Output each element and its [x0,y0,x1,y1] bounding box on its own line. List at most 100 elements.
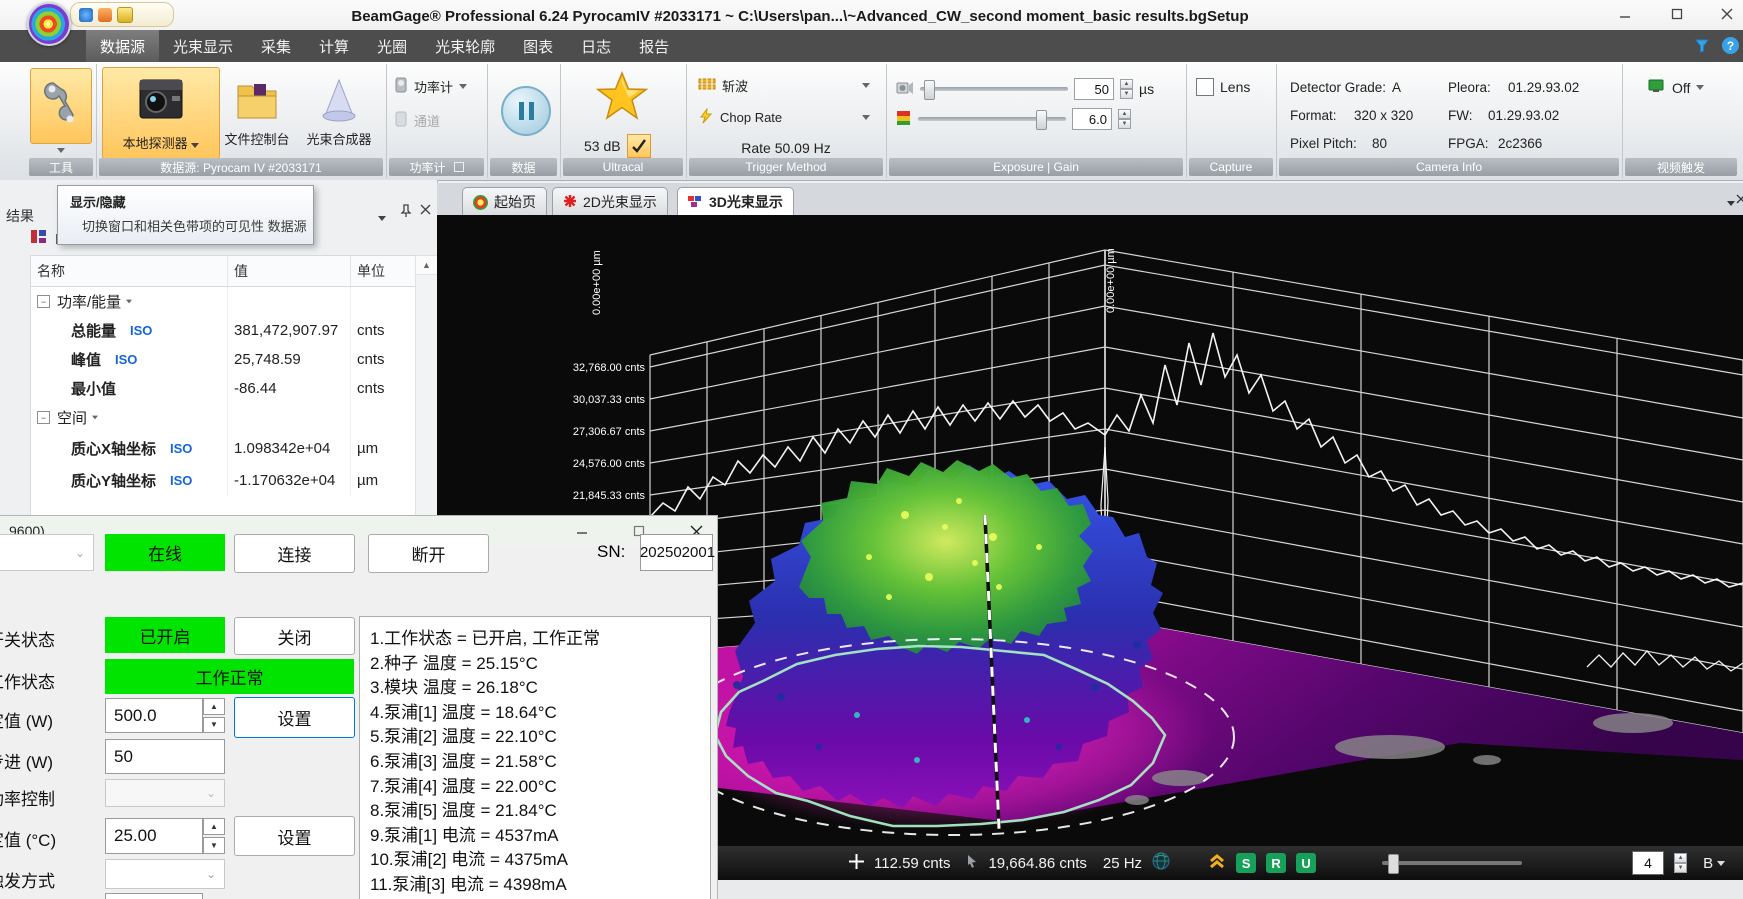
ultracal-db-control[interactable]: 53 dB [584,134,651,158]
dialog-minimize-button[interactable] [565,518,599,544]
chop-rate-select[interactable]: Chop Rate [698,108,874,127]
wrench-icon [39,77,83,134]
panel-close-icon[interactable] [420,204,431,218]
gain-row: 6.0 ▲▼ [896,108,1180,130]
gain-slider[interactable] [918,117,1066,121]
tab-close-icon[interactable] [1736,191,1743,209]
power-control-dropdown[interactable]: ⌄ [105,779,225,807]
tab-2d-beam-display[interactable]: 2D光束显示 [552,187,668,216]
help-circle-icon[interactable]: ? [1722,37,1739,54]
exposure-value[interactable]: 50 [1074,78,1114,100]
sn-field[interactable]: 202502001 [640,534,713,571]
tab-aperture[interactable]: 光圈 [363,30,421,62]
temp-setpoint-spinner[interactable]: ▲▼ [203,818,225,854]
temp-set-button[interactable]: 设置 [234,816,355,856]
lens-checkbox[interactable] [1196,78,1214,96]
tab-compute[interactable]: 计算 [305,30,363,62]
pin-icon[interactable] [400,204,412,221]
tab-report[interactable]: 报告 [625,30,683,62]
connect-button[interactable]: 连接 [234,534,355,573]
table-row[interactable]: 峰值ISO 25,748.59cnts [31,345,416,374]
log-line: 8.泵浦[5] 温度 = 21.84°C [370,799,710,824]
panel-title: 结果 [6,206,34,226]
beam-cone-icon [315,76,363,129]
ultracal-star-button[interactable] [596,70,648,127]
buffer-select[interactable]: B [1703,855,1725,872]
globe-icon[interactable] [1152,852,1170,874]
chop-select[interactable]: 斩波 [698,76,874,95]
tab-3d-beam-display[interactable]: 3D光束显示 [677,187,794,216]
view-zoom-slider[interactable] [1382,861,1522,865]
exposure-spinner[interactable]: ▲▼ [1120,79,1133,99]
maximize-button[interactable] [1660,4,1694,24]
laser-status-log[interactable]: 1.工作状态 = 已开启, 工作正常 2.种子 温度 = 25.15°C 3.模… [359,616,711,899]
table-row[interactable]: 质心Y轴坐标ISO -1.170632e+04µm [31,464,416,496]
temp-setpoint-field[interactable]: 25.00 [105,818,203,854]
local-detector-button[interactable]: 本地探测器 [102,67,220,159]
table-row[interactable]: 总能量ISO 381,472,907.97cnts [31,316,416,345]
col-name[interactable]: 名称 [31,256,228,286]
log-line: 2.种子 温度 = 25.15°C [370,652,710,677]
pixel-pitch-label: Pixel Pitch: [1290,136,1357,151]
s-badge[interactable]: S [1236,853,1256,873]
table-row[interactable]: 最小值 -86.44cnts [31,374,416,403]
tab-data-source[interactable]: 数据源 [86,30,159,62]
app-shortcut-icon[interactable] [117,7,133,23]
tab-beam-display[interactable]: 光束显示 [159,30,247,62]
step-field[interactable]: 50 [105,739,225,774]
collapse-minus-icon[interactable]: − [37,411,50,424]
group-label-exposure: Exposure | Gain [889,158,1183,176]
table-group-row[interactable]: −空间 [31,403,416,432]
panel-collapse-icon[interactable] [378,208,386,226]
pause-button[interactable] [501,86,551,136]
port-combobox[interactable]: ⌄ [0,534,94,571]
close-button[interactable] [1710,4,1743,24]
table-row[interactable]: 质心X轴坐标ISO 1.098342e+04µm [31,432,416,464]
table-group-row[interactable]: −功率/能量 [31,287,416,316]
tab-beam-profile[interactable]: 光束轮廓 [421,30,509,62]
dialog-launcher-icon[interactable] [454,162,464,172]
tab-start-page[interactable]: 起始页 [462,187,547,216]
power-setpoint-spinner[interactable]: ▲▼ [203,698,225,733]
help-icon[interactable] [79,8,93,22]
power-setpoint-field[interactable]: 500.0 [105,698,203,733]
lens-control[interactable]: Lens [1196,78,1250,96]
power-set-button[interactable]: 设置 [234,697,355,738]
chevrons-up-icon[interactable] [1208,852,1226,874]
u-badge[interactable]: U [1296,853,1316,873]
group-label-power-meter: 功率计 [389,158,484,176]
tab-log[interactable]: 日志 [567,30,625,62]
bolt-icon [698,108,714,127]
tab-overflow-icon[interactable] [1727,193,1735,211]
tools-dropdown-caret[interactable] [57,148,65,153]
pixel-pitch-value: 80 [1372,136,1387,151]
group-label-source: 数据源: Pyrocam IV #2033171 [99,158,383,176]
trigger-mode-dropdown[interactable]: ⌄ [105,859,225,889]
ribbon-group-tools: 工具 [26,64,97,178]
power-meter-item[interactable]: 功率计 [394,76,467,97]
gain-value[interactable]: 6.0 [1072,108,1112,130]
laser-off-button[interactable]: 关闭 [234,617,355,655]
col-unit[interactable]: 单位 [351,256,416,286]
ultracal-checkbox[interactable] [627,134,651,158]
beam-maker-button[interactable]: 光束合成器 [294,67,384,159]
frame-spinner[interactable]: ▲▼ [1674,853,1687,873]
exposure-slider[interactable] [920,87,1068,91]
col-value[interactable]: 值 [228,256,351,286]
file-console-button[interactable]: 文件控制台 [220,67,294,159]
filter-icon[interactable] [1694,38,1710,59]
disconnect-button[interactable]: 断开 [368,534,489,573]
frame-number-field[interactable]: 4 [1632,851,1664,875]
tools-button[interactable] [30,68,92,144]
r-badge[interactable]: R [1266,853,1286,873]
log-line: 11.泵浦[3] 电流 = 4398mA [370,873,710,898]
tab-capture[interactable]: 采集 [247,30,305,62]
tool-shortcut-icon[interactable] [98,8,112,22]
collapse-minus-icon[interactable]: − [37,295,50,308]
video-trigger-control[interactable]: Off [1648,78,1704,97]
group-label-trigger: Trigger Method [689,158,883,176]
tab-charts[interactable]: 图表 [509,30,567,62]
scrollbar-up-icon[interactable]: ▲ [416,256,437,275]
gain-spinner[interactable]: ▲▼ [1118,109,1131,129]
minimize-button[interactable] [1608,4,1642,24]
